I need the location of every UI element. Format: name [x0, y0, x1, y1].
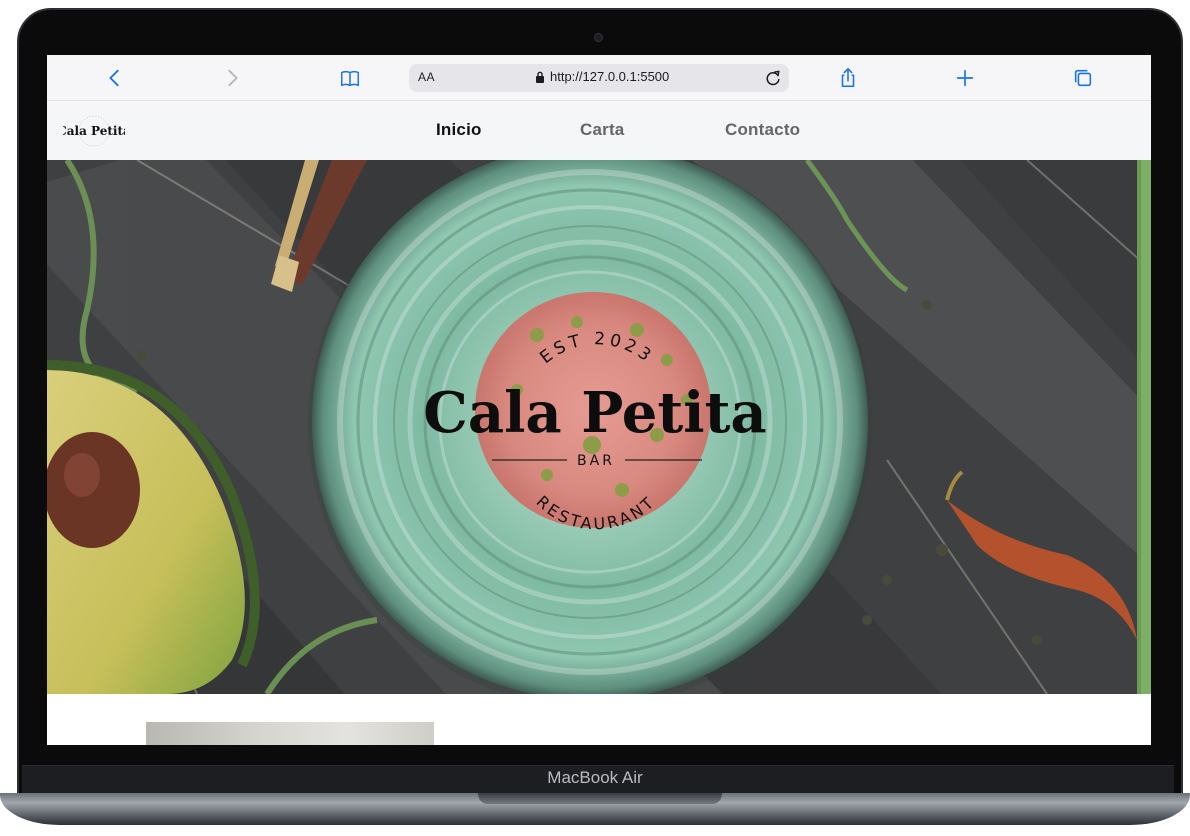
site-logo[interactable]: Cala Petita [57, 114, 131, 148]
laptop-hinge-notch [478, 793, 722, 804]
tabs-icon [1074, 69, 1092, 87]
camera-dot [594, 33, 603, 42]
back-icon [109, 69, 119, 87]
content-image-preview [146, 722, 434, 745]
bookmarks-button[interactable] [337, 65, 363, 91]
tabs-overview-button[interactable] [1070, 65, 1096, 91]
share-button[interactable] [835, 65, 861, 91]
back-button[interactable] [102, 65, 128, 91]
laptop-model-label: MacBook Air [547, 768, 643, 787]
address-bar[interactable]: AA http://127.0.0.1:5500 [409, 64, 789, 92]
browser-toolbar: AA http://127.0.0.1:5500 [47, 55, 1151, 101]
bookmarks-icon [341, 70, 359, 87]
text-size-button[interactable]: AA [418, 70, 435, 84]
lock-icon [536, 71, 544, 83]
hero-banner: EST 2023 Cala Petita BAR RESTAURANT [47, 160, 1151, 694]
new-tab-icon [956, 69, 974, 87]
reload-icon[interactable] [763, 68, 783, 88]
forward-icon [228, 69, 238, 87]
hero-logo-name: Cala Petita [423, 380, 766, 446]
nav-inicio[interactable]: Inicio [436, 120, 482, 140]
forward-button[interactable] [219, 65, 245, 91]
url-display[interactable]: http://127.0.0.1:5500 [535, 69, 669, 84]
share-icon [841, 68, 855, 88]
logo-mark: Cala Petita [57, 115, 131, 147]
browser-screen: AA http://127.0.0.1:5500 Cala Petita Ini… [47, 55, 1151, 745]
logo-text: Cala Petita [63, 124, 125, 138]
new-tab-button[interactable] [952, 65, 978, 91]
hero-logo-bar: BAR [577, 453, 615, 469]
nav-carta[interactable]: Carta [580, 120, 624, 140]
hero-image: EST 2023 Cala Petita BAR RESTAURANT [47, 160, 1151, 694]
site-navbar: Cala Petita Inicio Carta Contacto [47, 101, 1151, 160]
url-text: http://127.0.0.1:5500 [550, 69, 670, 84]
nav-contacto[interactable]: Contacto [725, 120, 800, 140]
